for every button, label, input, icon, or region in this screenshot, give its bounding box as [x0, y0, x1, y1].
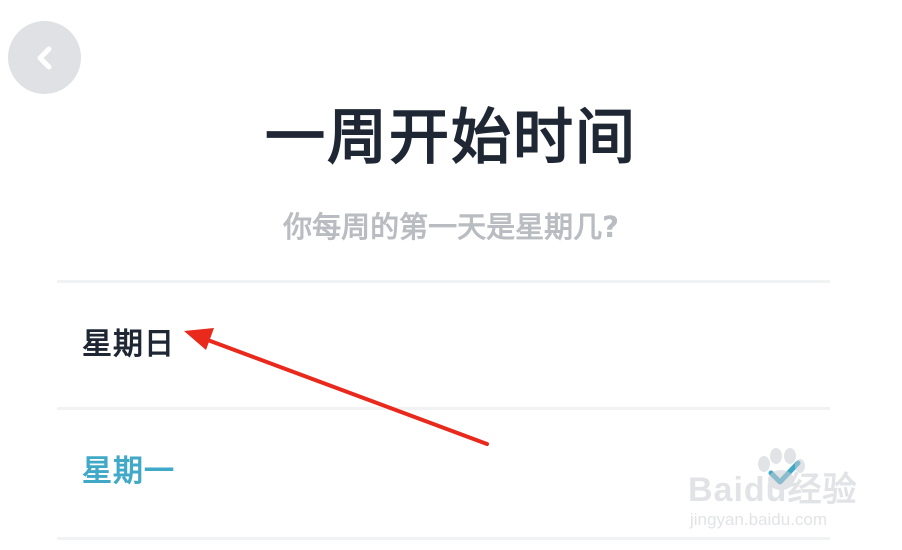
chevron-left-icon	[37, 46, 51, 69]
page-title: 一周开始时间	[265, 103, 637, 173]
option-sunday[interactable]: 星期日	[57, 283, 830, 407]
option-label: 星期日	[82, 327, 175, 362]
page-subtitle: 你每周的第一天是星期几?	[283, 210, 619, 244]
option-label: 星期一	[82, 454, 175, 489]
settings-screen: 一周开始时间 你每周的第一天是星期几? 星期日 星期一 Baidu经验 jing…	[0, 0, 902, 550]
back-button[interactable]	[8, 21, 81, 94]
baidu-watermark: Baidu经验 jingyan.baidu.com	[688, 448, 858, 538]
watermark-brand: Baidu经验	[688, 471, 858, 509]
watermark-url: jingyan.baidu.com	[690, 510, 828, 529]
